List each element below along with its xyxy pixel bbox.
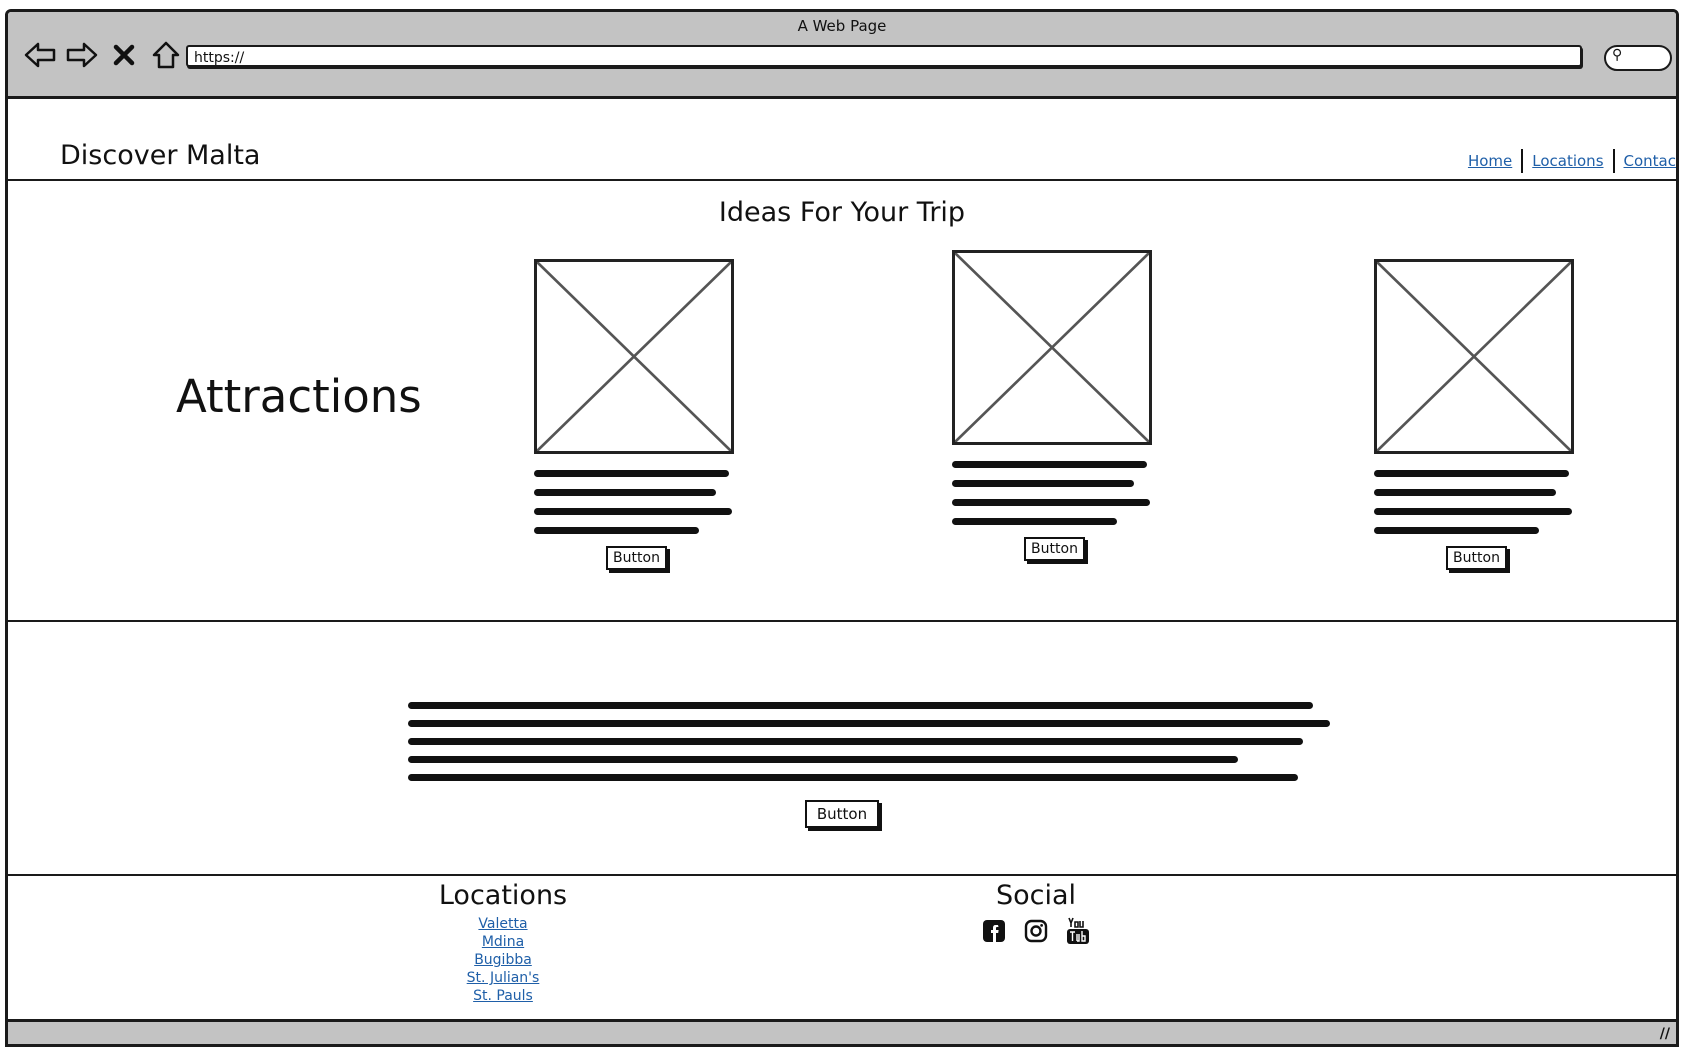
attractions-heading: Attractions xyxy=(176,370,422,423)
top-nav: Home Locations Contac xyxy=(1468,149,1676,173)
footer-link-st-pauls[interactable]: St. Pauls xyxy=(438,987,568,1005)
footer-divider xyxy=(8,874,1676,876)
window-title: A Web Page xyxy=(797,17,887,35)
header-divider xyxy=(8,179,1676,181)
footer-locations-heading: Locations xyxy=(438,880,568,911)
nav-link-contact[interactable]: Contac xyxy=(1624,152,1676,170)
browser-statusbar: // xyxy=(8,1019,1676,1044)
footer-link-bugibba[interactable]: Bugibba xyxy=(438,951,568,969)
middle-button[interactable]: Button xyxy=(804,800,880,828)
url-input[interactable]: https:// xyxy=(186,45,1582,67)
footer-social: Social xyxy=(976,880,1096,945)
placeholder-text xyxy=(534,470,739,534)
footer-link-mdina[interactable]: Mdina xyxy=(438,933,568,951)
site-title: Discover Malta xyxy=(60,140,261,171)
idea-card: Button xyxy=(952,250,1157,561)
nav-separator xyxy=(1521,149,1524,173)
forward-arrow-icon[interactable] xyxy=(64,38,100,72)
browser-toolbar: A Web Page https:// ⚲ xyxy=(8,12,1676,99)
card-button[interactable]: Button xyxy=(1024,537,1085,561)
idea-card: Button xyxy=(534,259,739,570)
nav-separator xyxy=(1612,149,1615,173)
footer-link-valetta[interactable]: Valetta xyxy=(438,915,568,933)
placeholder-text xyxy=(952,461,1157,525)
facebook-icon[interactable] xyxy=(981,917,1007,945)
home-icon[interactable] xyxy=(148,38,184,72)
resize-handle-icon[interactable]: // xyxy=(1660,1026,1670,1042)
image-placeholder xyxy=(952,250,1152,445)
nav-link-locations[interactable]: Locations xyxy=(1532,152,1603,170)
nav-icons xyxy=(22,38,184,72)
footer-locations: Locations Valetta Mdina Bugibba St. Juli… xyxy=(438,880,568,1005)
instagram-icon[interactable] xyxy=(1023,917,1049,945)
placeholder-text xyxy=(1374,470,1579,534)
placeholder-paragraph xyxy=(408,702,1330,792)
footer-social-heading: Social xyxy=(995,880,1077,911)
footer-link-st-julians[interactable]: St. Julian's xyxy=(438,969,568,987)
card-button[interactable]: Button xyxy=(606,546,667,570)
section-title: Ideas For Your Trip xyxy=(718,197,966,228)
browser-window: A Web Page https:// ⚲ Discover Malta Hom… xyxy=(5,9,1679,1047)
image-placeholder xyxy=(534,259,734,454)
section-divider xyxy=(8,620,1676,622)
image-placeholder xyxy=(1374,259,1574,454)
idea-card: Button xyxy=(1374,259,1579,570)
browser-search-field[interactable]: ⚲ xyxy=(1604,45,1672,71)
close-icon[interactable] xyxy=(106,38,142,72)
card-button[interactable]: Button xyxy=(1446,546,1507,570)
back-arrow-icon[interactable] xyxy=(22,38,58,72)
youtube-icon[interactable] xyxy=(1065,917,1091,945)
search-icon: ⚲ xyxy=(1612,47,1623,63)
nav-link-home[interactable]: Home xyxy=(1468,152,1512,170)
